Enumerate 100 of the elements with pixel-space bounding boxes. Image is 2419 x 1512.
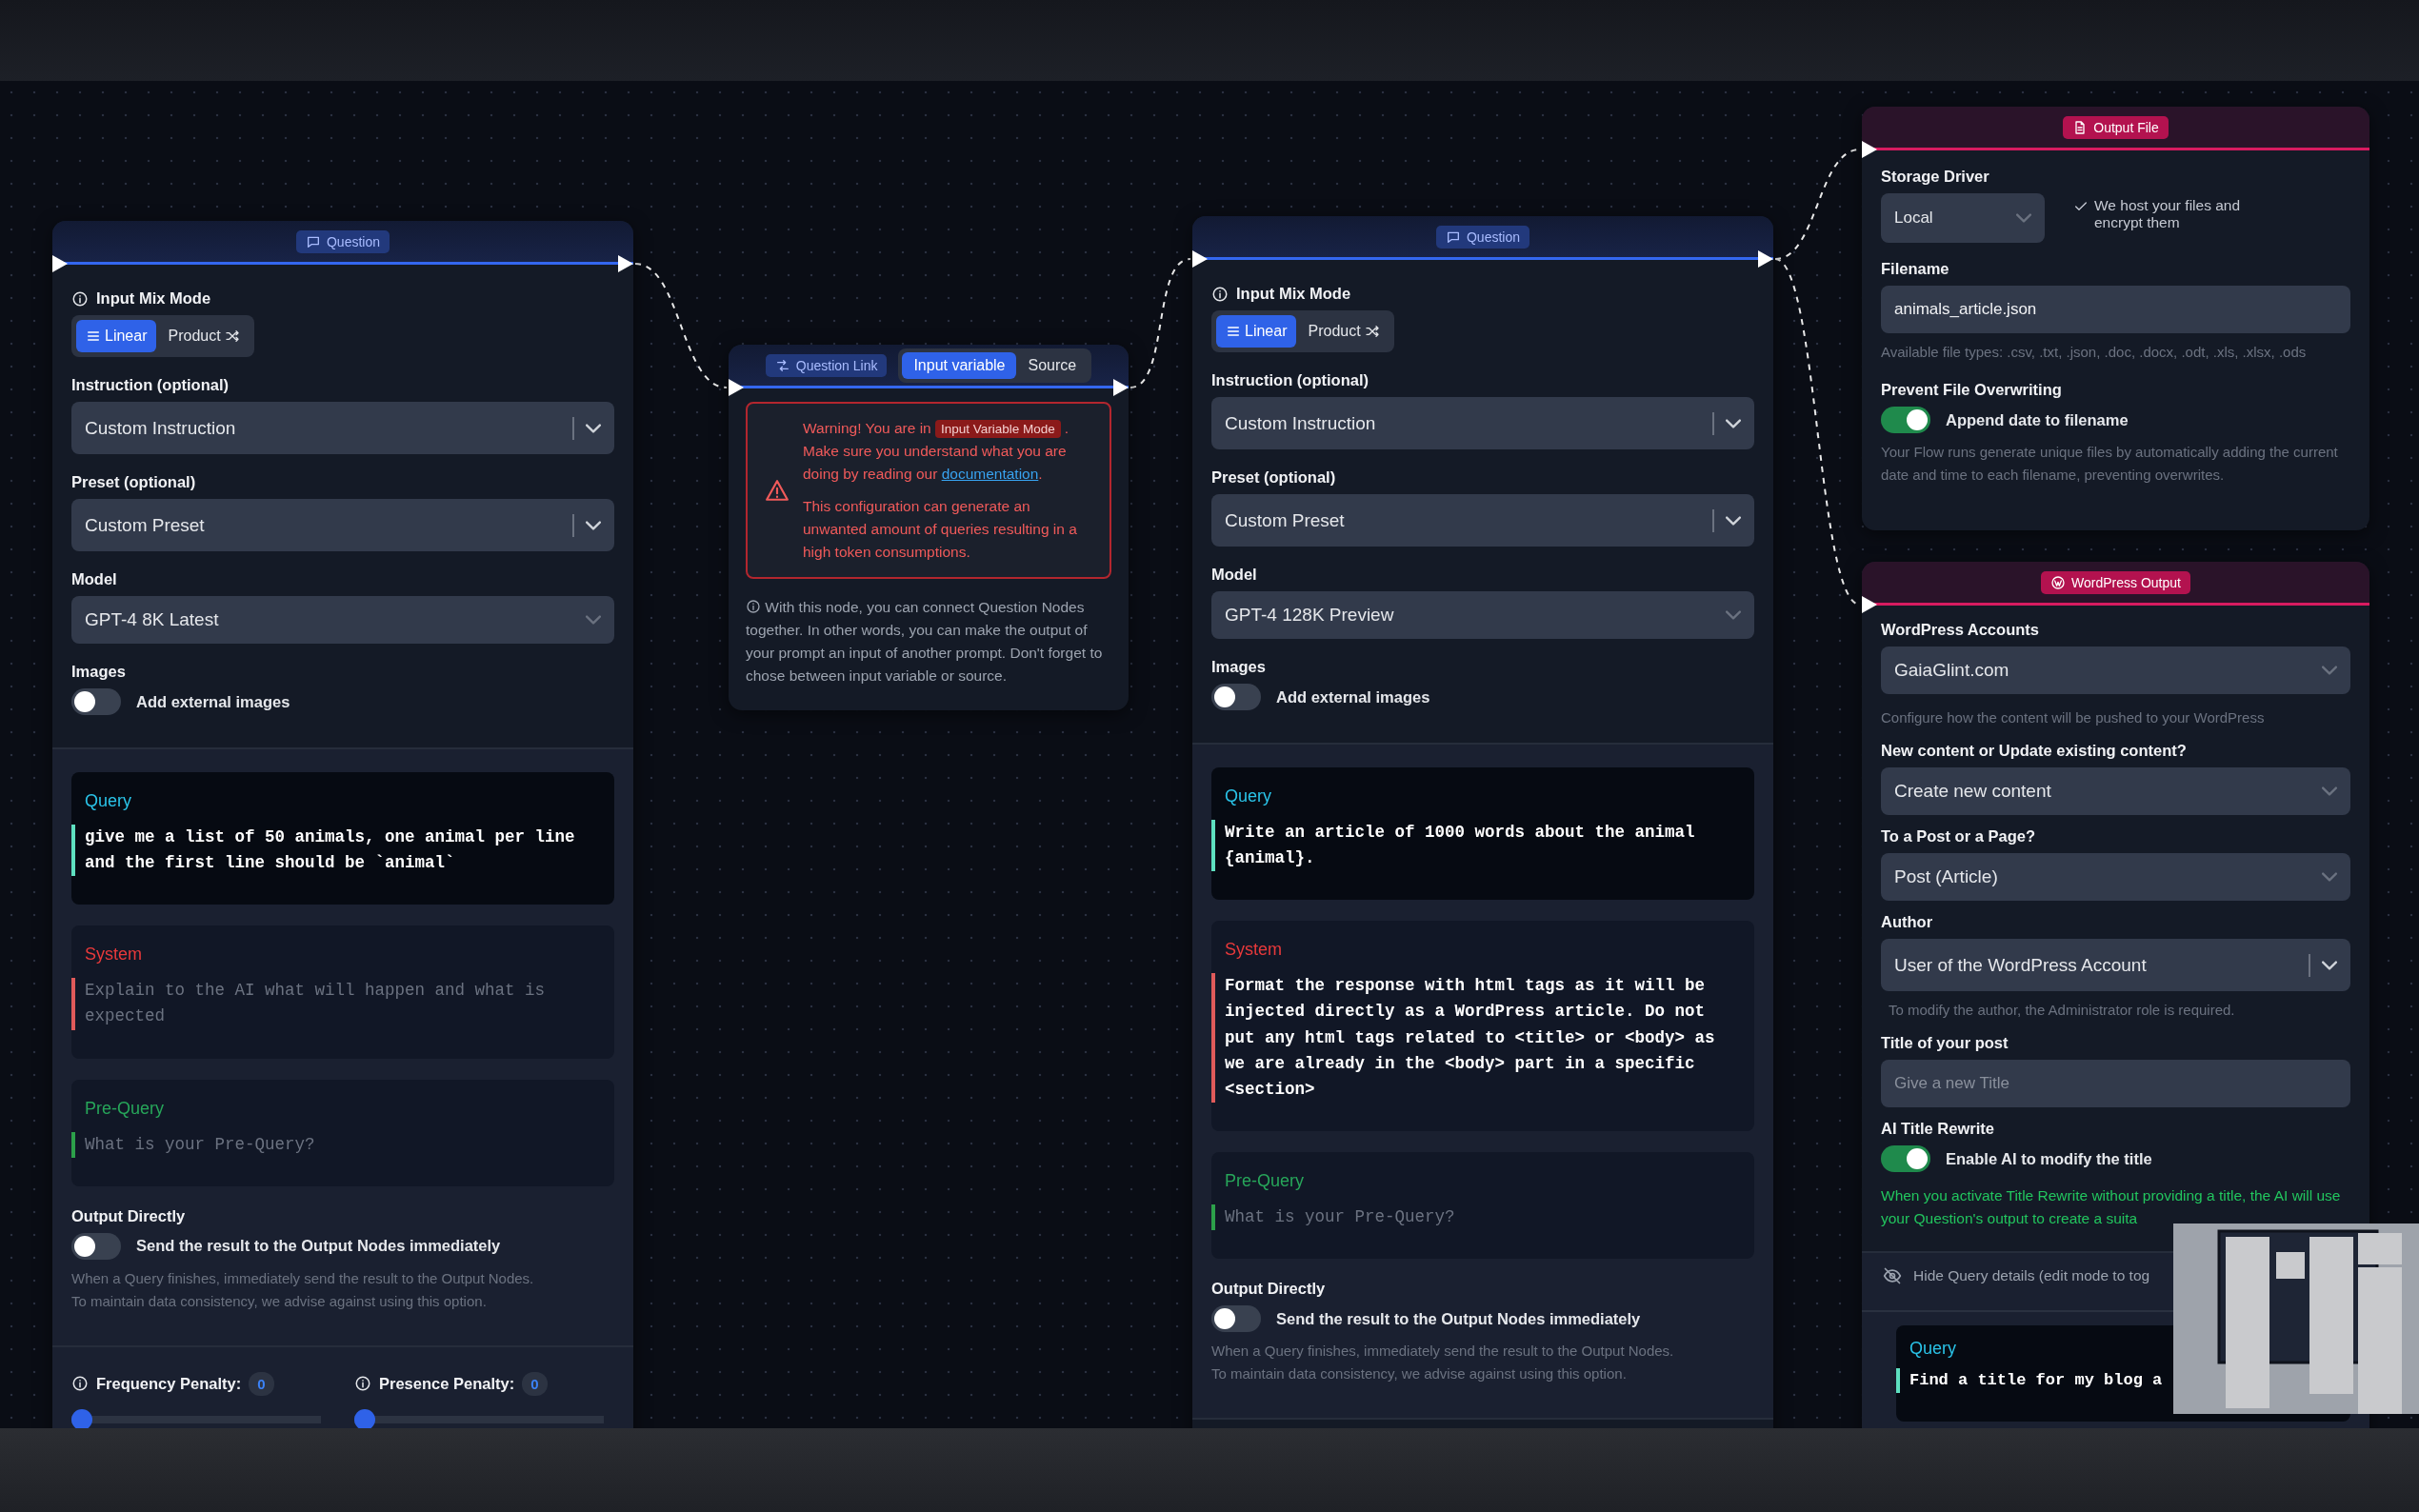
chevron-down-icon [586,615,601,625]
dropdown[interactable]: Local [1881,193,2045,243]
field-label: To a Post or a Page? [1881,827,2036,846]
warning-text: Warning! You are in Input Variable Mode . Make sure you understand what you are doing by reading our documentation. [803,419,1070,485]
connection-handle[interactable] [1862,141,1877,158]
toggle-switch[interactable] [71,688,121,715]
dropdown[interactable]: Create new content [1881,767,2350,815]
dropdown[interactable]: Custom Preset [71,499,614,551]
note-text: We host your files and encrypt them [2094,197,2242,231]
prompt-field[interactable]: Format the response with html tags as it will be injected directly as a WordPress article. Do not put any html tags related to <title> or <body> as we are already in the <body> part in a specific <section> [1211,973,1754,1103]
mode-option[interactable]: Linear [76,320,157,352]
dropdown[interactable]: Post (Article) [1881,853,2350,901]
prompt-title: Query [84,791,133,811]
node-type-badge: Question [295,229,390,253]
list-icon [1226,324,1241,339]
field-label: Input Mix Mode [1236,285,1351,303]
arrows-icon [774,357,790,373]
eye-off-icon [1883,1266,1902,1286]
prompt-title: System [1224,940,1283,961]
mode-option[interactable]: Product [158,320,250,352]
text-field[interactable]: Give a new Title [1881,1060,2350,1107]
dropdown[interactable]: Custom Preset [1211,494,1754,547]
info-icon [746,599,761,615]
connection-handle[interactable] [1192,250,1208,268]
field-label: Filename [1881,260,1950,278]
prompt-title: System [84,945,143,965]
connection-handle[interactable] [52,255,68,272]
field-label: Images [1211,658,1267,676]
field-label: Presence Penalty: [379,1374,515,1393]
penalty-value: 0 [249,1371,274,1396]
prompt-field[interactable]: Find a title for my blog a [1896,1368,2163,1394]
toggle-label: Enable AI to modify the title [1946,1149,2152,1168]
prompt-field[interactable]: What is your Pre-Query? [1211,1204,1469,1230]
toggle-switch[interactable] [1211,1305,1261,1332]
prompt-title: Pre-Query [1224,1170,1306,1191]
tab[interactable]: Source [1016,351,1089,379]
toggle-switch[interactable] [1881,407,1930,433]
field-label: Model [71,570,118,588]
shuffle-icon [1364,324,1380,339]
hint-text: When a Query finishes, immediately send the result to the Output Nodes. To maintain data consistency, we advise against using this option. [1211,1342,1675,1383]
prompt-field[interactable]: Write an article of 1000 words about the animal {animal}. [1211,820,1754,872]
connection-handle[interactable] [1758,250,1773,268]
info-icon [354,1375,371,1393]
chevron-down-icon [2322,872,2337,882]
hint-text: Available file types: .csv, .txt, .json, .doc, .docx, .odt, .xls, .xlsx, .ods [1881,343,2308,362]
field-label: Output Directly [71,1206,187,1225]
prompt-title: Pre-Query [84,1098,166,1119]
prompt-field[interactable]: What is your Pre-Query? [71,1131,329,1158]
toggle-switch[interactable] [1211,684,1261,710]
connection-handle[interactable] [1862,596,1877,613]
collapse-toggle[interactable]: Hide Query details (edit mode to tog [1883,1261,2150,1296]
field-label: AI Title Rewrite [1881,1120,1995,1138]
dropdown[interactable]: User of the WordPress Account [1881,939,2350,991]
connection-handle[interactable] [618,255,633,272]
toggle-label: Add external images [1276,687,1430,706]
tab[interactable]: Input variable [902,351,1017,379]
dropdown[interactable]: GPT-4 128K Preview [1211,591,1754,639]
hint-text: To modify the author, the Administrator role is required. [1888,1001,2236,1020]
connection-handle[interactable] [1113,379,1129,396]
toggle-switch[interactable] [1881,1145,1930,1172]
circle-logo-icon [2050,574,2067,590]
dropdown[interactable]: Custom Instruction [1211,397,1754,449]
field-label: Images [71,663,127,681]
toggle-label: Add external images [136,692,290,711]
info-icon [1211,285,1229,303]
toggle-label: Send the result to the Output Nodes immediately [136,1237,501,1256]
chevron-down-icon [1726,610,1741,620]
hint-text: When a Query finishes, immediately send the result to the Output Nodes. To maintain data consistency, we advise against using this option. [71,1268,535,1311]
chevron-down-icon [2322,786,2337,796]
penalty-value: 0 [522,1371,548,1396]
text-field[interactable]: animals_article.json [1881,286,2350,333]
node-type-badge: Output File [2063,115,2169,139]
mode-option[interactable]: Product [1298,315,1389,348]
note-text: When you activate Title Rewrite without providing a title, the AI will use your Question's output to create a suita [1881,1186,2342,1228]
dropdown[interactable]: Custom Instruction [71,402,614,454]
mode-badge: Input Variable Mode [935,420,1061,438]
mode-option[interactable]: Linear [1216,315,1297,348]
field-label: Input Mix Mode [96,289,211,308]
info-icon [71,1375,89,1393]
field-label: Prevent File Overwriting [1881,381,2063,399]
toggle-switch[interactable] [71,1232,121,1260]
chevron-down-icon [1726,418,1741,428]
prompt-field[interactable]: give me a list of 50 animals, one animal per line and the first line should be `animal` [71,825,614,877]
node-type-badge: Question Link [765,353,888,377]
connection-handle[interactable] [729,379,744,396]
info-icon [71,289,89,308]
chevron-down-icon [2322,960,2337,970]
field-label: Title of your post [1881,1034,2009,1052]
prompt-field[interactable]: Explain to the AI what will happen and what is expected [71,978,614,1030]
field-label: Output Directly [1211,1280,1327,1298]
hint-text: Your Flow runs generate unique files by automatically adding the current date and time to each filename, preventing overwrites. [1881,443,2339,485]
field-label: Instruction (optional) [71,376,230,394]
field-label: Model [1211,566,1258,584]
dropdown[interactable]: GPT-4 8K Latest [71,596,614,644]
prompt-title: Query [1224,786,1273,806]
dropdown[interactable]: GaiaGlint.com [1881,647,2350,694]
list-icon [86,328,101,344]
info-text: With this node, you can connect Question Nodes together. In other words, you can make the output of your prompt an input of another prompt. Don't forget to chose between input variable or source. [746,598,1104,686]
node-type-badge: WordPress Output [2041,570,2190,594]
field-label: Storage Driver [1881,168,1990,186]
